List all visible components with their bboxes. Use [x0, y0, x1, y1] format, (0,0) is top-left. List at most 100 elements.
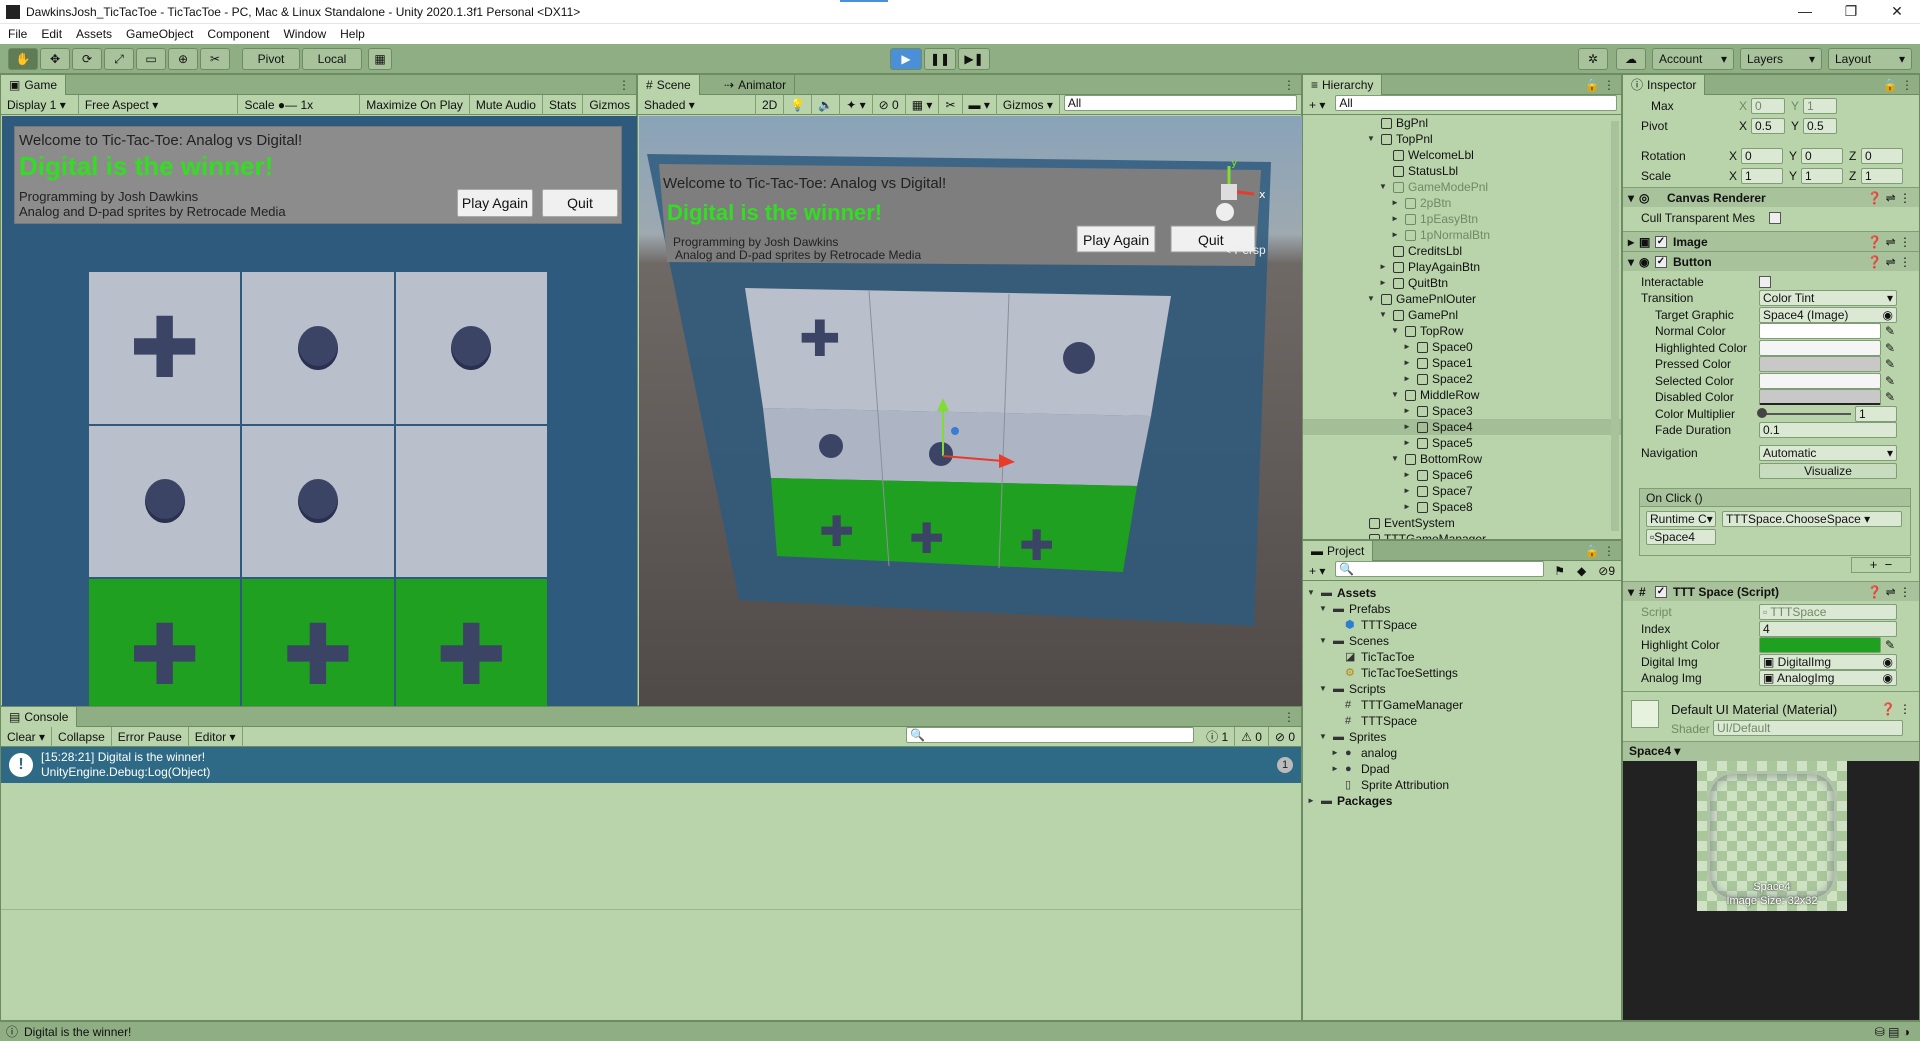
component-menu-icon[interactable]: ❓ ⇌ ⋮ — [1867, 585, 1911, 599]
filter-label-icon[interactable]: ◆ — [1571, 561, 1592, 581]
grid-snap-button[interactable]: ▦ — [368, 48, 392, 70]
eyedropper-icon[interactable]: ✎ — [1885, 390, 1895, 404]
fade-duration-field[interactable]: 0.1 — [1759, 422, 1897, 438]
chevron-down-icon[interactable]: ▼ — [1367, 131, 1377, 147]
tab-console[interactable]: ▤ Console — [1, 707, 78, 727]
chevron-down-icon[interactable]: ▼ — [1307, 585, 1317, 601]
chevron-right-icon[interactable]: ► — [1391, 195, 1401, 211]
hierarchy-item[interactable]: CreditsLbl — [1303, 243, 1621, 259]
canvas-renderer-header[interactable]: ▾ ◎ Canvas Renderer ❓ ⇌ ⋮ — [1623, 187, 1919, 207]
console-search-input[interactable]: 🔍 — [906, 726, 1195, 743]
hierarchy-scrollbar[interactable] — [1611, 121, 1619, 531]
menu-help[interactable]: Help — [340, 27, 365, 41]
console-search[interactable]: 🔍 — [900, 726, 1200, 747]
layout-dropdown[interactable]: Layout ▾ — [1828, 48, 1912, 70]
chevron-down-icon[interactable]: ▼ — [1391, 323, 1401, 339]
image-enabled-checkbox[interactable]: ✓ — [1655, 235, 1667, 248]
chevron-right-icon[interactable]: ► — [1403, 499, 1413, 515]
status-icons[interactable]: ⛁ ▤ ◑ — [1875, 1025, 1910, 1039]
color-multiplier-slider[interactable] — [1757, 408, 1851, 418]
ttt-space-enabled-checkbox[interactable]: ✓ — [1655, 585, 1667, 598]
grid-icon[interactable]: ▦ ▾ — [906, 94, 940, 115]
project-item[interactable]: ▯ Sprite Attribution — [1303, 777, 1621, 793]
add-remove-listener-buttons[interactable]: + − — [1851, 557, 1911, 573]
filter-type-icon[interactable]: ⚑ — [1548, 561, 1571, 581]
method-dropdown[interactable]: TTTSpace.ChooseSpace ▾ — [1722, 511, 1902, 527]
status-message[interactable]: Digital is the winner! — [24, 1025, 131, 1039]
tab-scene[interactable]: # Scene — [638, 75, 700, 95]
project-item[interactable]: ◪ TicTacToe — [1303, 649, 1621, 665]
effects-icon[interactable]: ✦ ▾ — [840, 94, 873, 115]
chevron-down-icon[interactable]: ▼ — [1319, 601, 1329, 617]
component-menu-icon[interactable]: ❓ ⇌ ⋮ — [1867, 191, 1911, 205]
tools-icon[interactable]: ✂ — [939, 94, 963, 115]
aspect-dropdown[interactable]: Free Aspect ▾ — [79, 94, 239, 115]
project-item[interactable]: ▼ ▬ Sprites — [1303, 729, 1621, 745]
analog-img-field[interactable]: ▣ AnalogImg ◉ — [1759, 670, 1897, 686]
eyedropper-icon[interactable]: ✎ — [1885, 374, 1895, 388]
custom-tool-button[interactable]: ✂ — [200, 48, 230, 70]
pivot-toggle[interactable]: Pivot — [242, 48, 300, 70]
maximize-button[interactable]: ❐ — [1828, 0, 1874, 24]
scene-search-input[interactable]: All — [1063, 94, 1297, 111]
tab-game[interactable]: ▣ Game — [1, 75, 67, 95]
hierarchy-item[interactable]: ► Space7 — [1303, 483, 1621, 499]
hierarchy-item[interactable]: ► 2pBtn — [1303, 195, 1621, 211]
chevron-down-icon[interactable]: ▼ — [1319, 633, 1329, 649]
camera-icon[interactable]: ▬ ▾ — [963, 94, 997, 115]
hierarchy-item[interactable]: ► Space4 — [1303, 419, 1621, 435]
chevron-down-icon[interactable]: ▼ — [1391, 451, 1401, 467]
menu-edit[interactable]: Edit — [41, 27, 62, 41]
interactable-checkbox[interactable] — [1759, 276, 1771, 288]
project-item[interactable]: # TTTSpace — [1303, 713, 1621, 729]
project-search-input[interactable]: 🔍 — [1335, 560, 1545, 577]
hierarchy-item[interactable]: ► Space3 — [1303, 403, 1621, 419]
hierarchy-item[interactable]: ▼ TopPnl — [1303, 131, 1621, 147]
hierarchy-item[interactable]: ▼ TopRow — [1303, 323, 1621, 339]
eyedropper-icon[interactable]: ✎ — [1885, 324, 1895, 338]
hidden-objects-icon[interactable]: ⊘ 0 — [873, 94, 906, 115]
local-toggle[interactable]: Local — [302, 48, 362, 70]
lock-icon[interactable]: 🔒 ⋮ — [1585, 78, 1615, 92]
rotate-tool-button[interactable]: ⟳ — [72, 48, 102, 70]
hand-tool-button[interactable]: ✋ — [8, 48, 38, 70]
pivot-x-field[interactable]: 0.5 — [1751, 118, 1785, 134]
hierarchy-item[interactable]: ► 1pEasyBtn — [1303, 211, 1621, 227]
selected-color-swatch[interactable] — [1759, 373, 1881, 389]
lock-icon[interactable]: 🔒 ⋮ — [1883, 78, 1913, 92]
button-header[interactable]: ▾ ◉ ✓ Button ❓ ⇌ ⋮ — [1623, 251, 1919, 271]
project-item[interactable]: ► ● analog — [1303, 745, 1621, 761]
target-object-field[interactable]: ▫Space4 — [1646, 529, 1716, 545]
hierarchy-item[interactable]: ▼ GamePnl — [1303, 307, 1621, 323]
board-cell[interactable]: ✚ — [89, 272, 241, 424]
hierarchy-item[interactable]: TTTGameManager — [1303, 531, 1621, 539]
disabled-color-swatch[interactable] — [1759, 389, 1881, 405]
close-button[interactable]: ✕ — [1874, 0, 1920, 24]
layers-dropdown[interactable]: Layers ▾ — [1740, 48, 1822, 70]
menu-window[interactable]: Window — [283, 27, 326, 41]
scale-y-field[interactable]: 1 — [1801, 168, 1843, 184]
hierarchy-item[interactable]: ▼ BottomRow — [1303, 451, 1621, 467]
chevron-right-icon[interactable]: ► — [1403, 467, 1413, 483]
menu-assets[interactable]: Assets — [76, 27, 112, 41]
project-create-dropdown[interactable]: + ▾ — [1303, 561, 1331, 581]
create-dropdown[interactable]: + ▾ — [1303, 95, 1331, 115]
account-dropdown[interactable]: Account ▾ — [1652, 48, 1734, 70]
game-viewport[interactable]: Welcome to Tic-Tac-Toe: Analog vs Digita… — [2, 116, 637, 736]
rotation-z-field[interactable]: 0 — [1861, 148, 1903, 164]
board-cell[interactable] — [395, 425, 547, 578]
object-picker-icon[interactable]: ◉ — [1883, 308, 1893, 322]
editor-dropdown[interactable]: Editor ▾ — [189, 726, 243, 747]
runtime-dropdown[interactable]: Runtime C▾ — [1646, 511, 1716, 527]
menu-gameobject[interactable]: GameObject — [126, 27, 193, 41]
chevron-down-icon[interactable]: ▼ — [1367, 291, 1377, 307]
lighting-icon[interactable]: 💡 — [784, 94, 813, 115]
component-menu-icon[interactable]: ❓ ⇌ ⋮ — [1867, 255, 1911, 269]
scene-viewport[interactable]: Welcome to Tic-Tac-Toe: Analog vs Digita… — [639, 116, 1302, 706]
maximize-on-play-toggle[interactable]: Maximize On Play — [360, 94, 470, 115]
stats-toggle[interactable]: Stats — [543, 94, 584, 115]
navigation-dropdown[interactable]: Automatic ▾ — [1759, 445, 1897, 461]
transition-dropdown[interactable]: Color Tint ▾ — [1759, 290, 1897, 306]
project-item[interactable]: ► ▬ Packages — [1303, 793, 1621, 809]
tab-project[interactable]: ▬ Project — [1303, 541, 1374, 561]
